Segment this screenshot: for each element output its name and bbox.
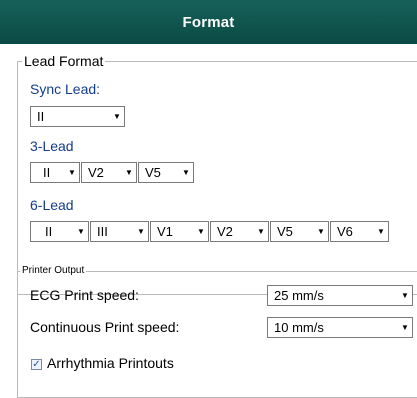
chevron-down-icon: ▼ xyxy=(77,227,85,236)
chevron-down-icon: ▼ xyxy=(317,227,325,236)
three-lead-dropdown-2[interactable]: V2 ▼ xyxy=(81,162,137,183)
six-lead-dropdown-3[interactable]: V1 ▼ xyxy=(150,221,209,242)
six-lead-dropdown-6[interactable]: V6 ▼ xyxy=(330,221,389,242)
sync-lead-dropdown[interactable]: II ▼ xyxy=(30,106,125,127)
chevron-down-icon: ▼ xyxy=(377,227,385,236)
three-lead-value-1: II xyxy=(43,165,51,180)
ecg-print-speed-dropdown[interactable]: 25 mm/s ▼ xyxy=(267,285,413,306)
window-titlebar: Format xyxy=(0,0,417,44)
six-lead-value-1: II xyxy=(45,224,53,239)
chevron-down-icon: ▼ xyxy=(197,227,205,236)
six-lead-dropdown-1[interactable]: II ▼ xyxy=(30,221,89,242)
three-lead-value-2: V2 xyxy=(88,165,104,180)
continuous-print-speed-dropdown[interactable]: 10 mm/s ▼ xyxy=(267,317,413,338)
format-panel: Lead Format Sync Lead: II ▼ 3-Lead II ▼ … xyxy=(9,47,417,398)
chevron-down-icon: ▼ xyxy=(401,291,409,300)
six-lead-value-2: III xyxy=(97,224,108,239)
three-lead-dropdown-1[interactable]: II ▼ xyxy=(30,162,80,183)
chevron-down-icon: ▼ xyxy=(401,323,409,332)
chevron-down-icon: ▼ xyxy=(125,168,133,177)
lead-format-group: Lead Format Sync Lead: II ▼ 3-Lead II ▼ … xyxy=(17,53,417,295)
six-lead-label: 6-Lead xyxy=(30,197,74,213)
arrhythmia-printouts-label: Arrhythmia Printouts xyxy=(47,355,174,371)
chevron-down-icon: ▼ xyxy=(113,112,121,121)
printer-output-group-label: Printer Output xyxy=(20,265,87,276)
chevron-down-icon: ▼ xyxy=(182,168,190,177)
six-lead-value-5: V5 xyxy=(277,224,293,239)
chevron-down-icon: ▼ xyxy=(137,227,145,236)
six-lead-value-3: V1 xyxy=(157,224,173,239)
continuous-print-speed-value: 10 mm/s xyxy=(274,320,324,335)
six-lead-dropdown-2[interactable]: III ▼ xyxy=(90,221,149,242)
lead-format-group-label: Lead Format xyxy=(22,53,106,69)
chevron-down-icon: ▼ xyxy=(257,227,265,236)
three-lead-dropdown-3[interactable]: V5 ▼ xyxy=(138,162,194,183)
six-lead-dropdown-4[interactable]: V2 ▼ xyxy=(210,221,269,242)
arrhythmia-printouts-checkbox[interactable]: ✓ xyxy=(31,359,42,370)
ecg-print-speed-value: 25 mm/s xyxy=(274,288,324,303)
continuous-print-speed-label: Continuous Print speed: xyxy=(30,319,180,335)
ecg-print-speed-label: ECG Print speed: xyxy=(30,287,139,303)
three-lead-value-3: V5 xyxy=(145,165,161,180)
three-lead-label: 3-Lead xyxy=(30,138,74,154)
six-lead-value-6: V6 xyxy=(337,224,353,239)
window-title: Format xyxy=(182,13,235,31)
chevron-down-icon: ▼ xyxy=(68,168,76,177)
printer-output-group: Printer Output ECG Print speed: 25 mm/s … xyxy=(17,265,417,398)
six-lead-dropdown-5[interactable]: V5 ▼ xyxy=(270,221,329,242)
sync-lead-label: Sync Lead: xyxy=(30,81,101,97)
sync-lead-value: II xyxy=(37,109,45,124)
six-lead-value-4: V2 xyxy=(217,224,233,239)
